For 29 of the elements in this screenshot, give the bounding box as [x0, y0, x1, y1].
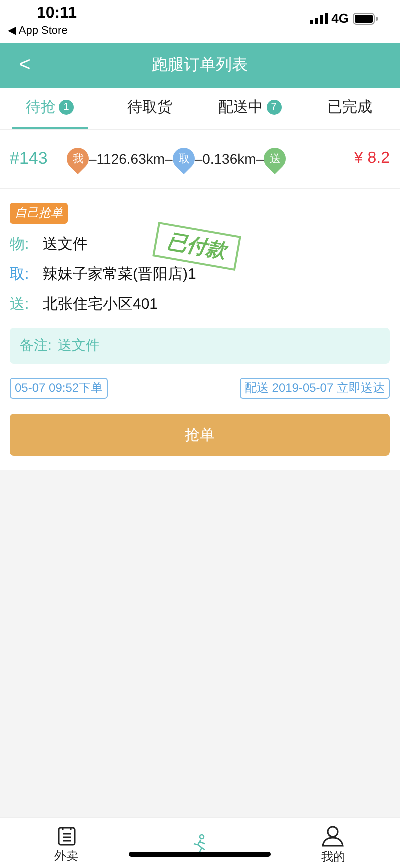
delivery-time: 配送 2019-05-07 立即送达	[240, 378, 390, 399]
tab[interactable]: 配送中 7	[212, 88, 288, 129]
count-badge: 7	[266, 100, 282, 115]
person-icon	[322, 824, 344, 846]
tab[interactable]: 待取货	[112, 88, 188, 129]
nav-item[interactable]: 我的	[266, 818, 400, 866]
detail-label: 送:	[10, 295, 30, 314]
list-icon	[56, 826, 77, 846]
battery-icon	[353, 12, 378, 24]
nav-item[interactable]: 外卖	[0, 818, 134, 866]
count-badge: 1	[59, 100, 74, 115]
tab[interactable]: 已完成	[312, 88, 388, 129]
back-to-app-link[interactable]: ◀ App Store	[8, 24, 78, 37]
status-time: 10:11	[36, 5, 78, 23]
order-tag: 自己抢单	[10, 203, 68, 224]
distance-label: –1126.63km–	[89, 151, 173, 167]
detail-value: 北张住宅小区401	[43, 295, 158, 314]
detail-value: 送文件	[43, 235, 88, 254]
order-time: 05-07 09:52下单	[10, 378, 108, 399]
order-number: #143	[10, 149, 49, 169]
note-text: 送文件	[58, 337, 100, 355]
detail-label: 物:	[10, 235, 30, 254]
distance-label: –0.136km–	[194, 151, 264, 167]
detail-label: 取:	[10, 265, 30, 284]
note-label: 备注:	[20, 337, 52, 355]
network-label: 4G	[332, 11, 349, 26]
signal-icon	[310, 13, 328, 24]
page-title: 跑腿订单列表	[151, 56, 249, 76]
order-price: ¥ 8.2	[354, 150, 390, 168]
